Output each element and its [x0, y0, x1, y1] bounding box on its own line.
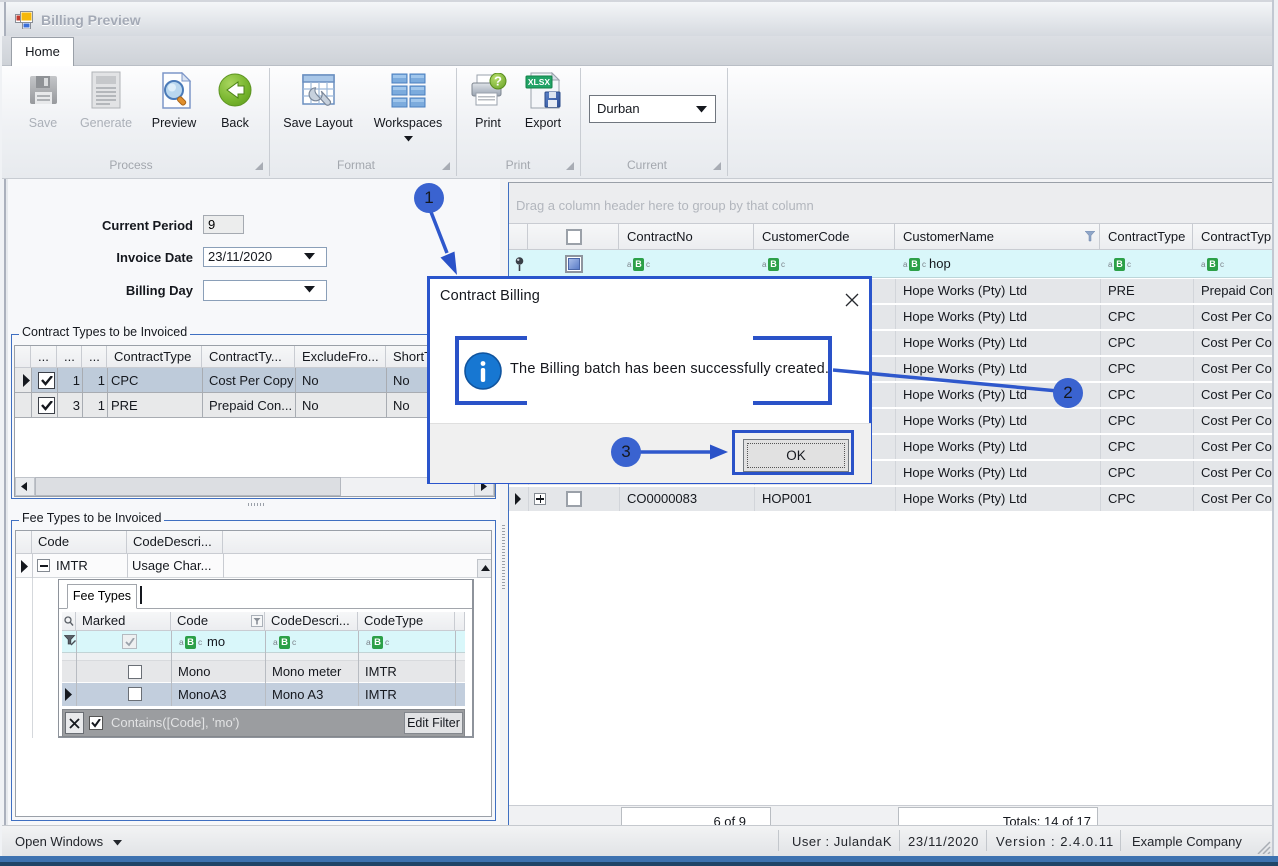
svg-text:XLSX: XLSX — [528, 77, 551, 87]
svg-text:?: ? — [494, 74, 502, 89]
